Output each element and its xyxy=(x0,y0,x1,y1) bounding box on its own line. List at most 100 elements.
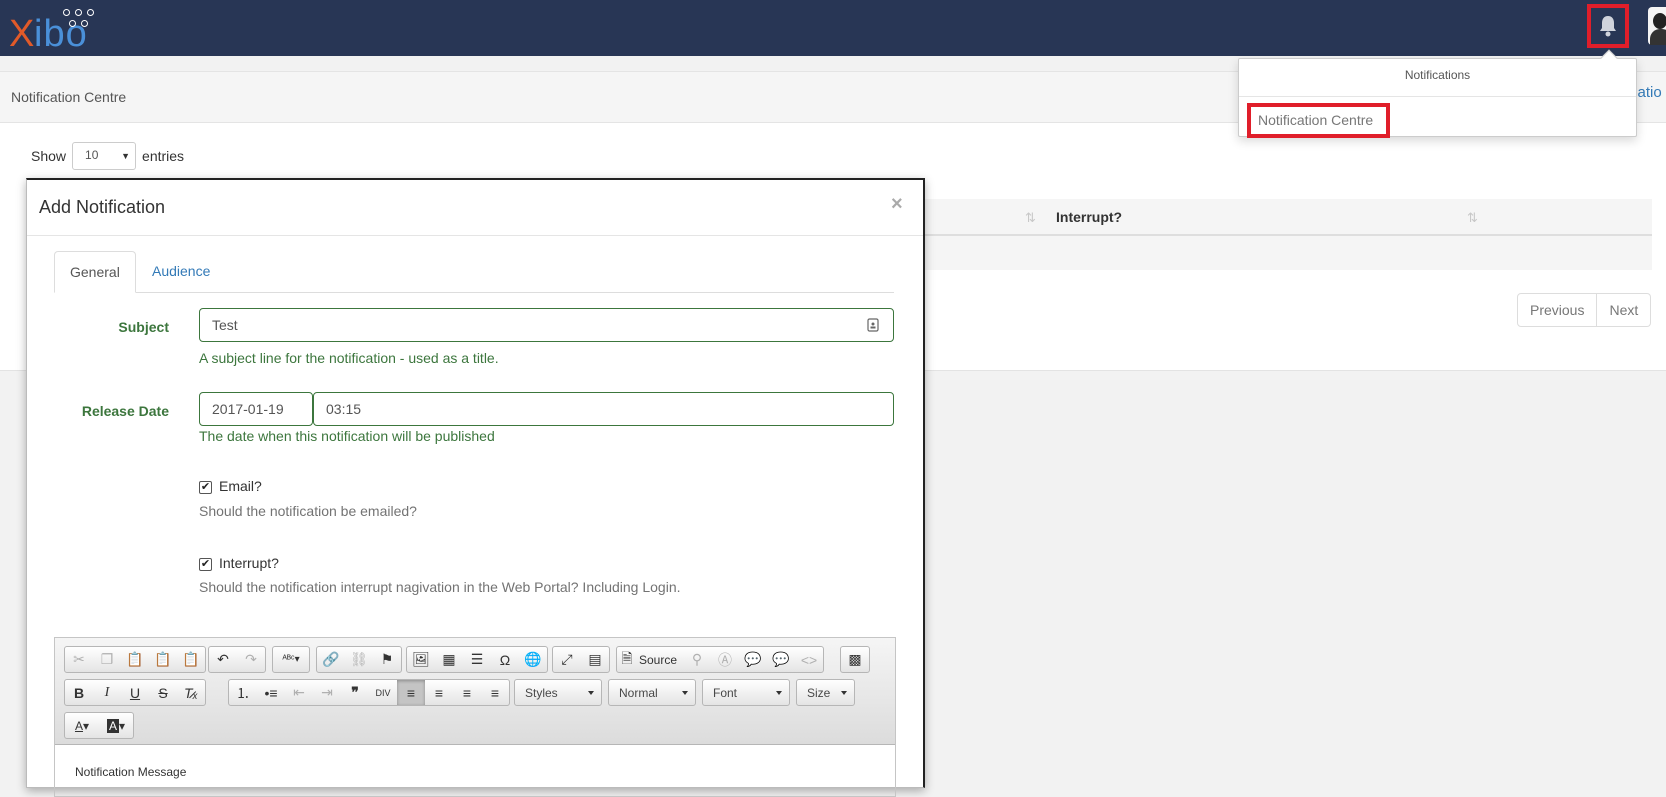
interrupt-checkbox-label[interactable]: Interrupt? xyxy=(219,555,279,571)
show-blocks-icon[interactable]: ▤ xyxy=(581,647,609,672)
code-icon[interactable]: <> xyxy=(795,647,823,672)
close-icon[interactable]: × xyxy=(891,193,903,216)
modal-tabs: General Audience xyxy=(54,251,894,293)
outdent-icon[interactable]: ⇤ xyxy=(285,680,313,705)
redo-icon[interactable]: ↷ xyxy=(237,647,265,672)
notification-centre-link[interactable]: Notification Centre xyxy=(1247,103,1390,138)
chevron-down-icon xyxy=(841,691,847,695)
entries-select[interactable]: 10 ▼ xyxy=(72,142,137,170)
font-dropdown-label: Font xyxy=(713,686,738,700)
numbered-list-icon[interactable]: ⒈ xyxy=(229,680,257,705)
logo-dot xyxy=(87,9,94,16)
previous-page-button[interactable]: Previous xyxy=(1517,293,1598,327)
release-date-input[interactable]: 2017-01-19 xyxy=(199,392,313,426)
logo-letters-ibo: ibo xyxy=(34,13,88,55)
logo-dot xyxy=(63,9,70,16)
email-checkbox[interactable]: ✔ xyxy=(199,481,212,494)
interrupt-checkbox[interactable]: ✔ xyxy=(199,558,212,571)
tab-audience[interactable]: Audience xyxy=(137,251,225,293)
blockquote-icon[interactable]: ❞ xyxy=(341,680,369,705)
select-all-icon[interactable]: Ⓐ xyxy=(711,647,739,672)
release-date-value: 2017-01-19 xyxy=(212,401,284,417)
maximize-icon[interactable]: ⤢ xyxy=(553,647,581,672)
release-time-input[interactable]: 03:15 xyxy=(313,392,894,426)
source-icon[interactable]: 🗎 xyxy=(617,647,637,672)
special-character-icon[interactable]: Ω xyxy=(491,647,519,672)
bold-icon[interactable]: B xyxy=(65,680,93,705)
text-color-icon[interactable]: A ▾ xyxy=(65,713,99,738)
justify-icon[interactable]: ≡ xyxy=(481,680,509,705)
paste-icon[interactable]: 📋 xyxy=(121,647,149,672)
background-color-icon[interactable]: A ▾ xyxy=(99,713,133,738)
clipboard-group: ✂ ❐ 📋 📋 📋 xyxy=(64,646,206,673)
qrcode-group: ▩ xyxy=(840,646,870,673)
entries-value: 10 xyxy=(85,148,99,162)
chevron-down-icon: ▼ xyxy=(121,151,131,161)
underline-icon[interactable]: U xyxy=(121,680,149,705)
remove-format-icon[interactable]: T̷ₓ xyxy=(177,680,205,705)
styles-dropdown-label: Styles xyxy=(525,686,558,700)
entries-label: entries xyxy=(142,148,185,164)
sort-icon[interactable]: ⇅ xyxy=(1467,210,1478,226)
email-help: Should the notification be emailed? xyxy=(199,503,417,519)
strikethrough-icon[interactable]: S xyxy=(149,680,177,705)
table-header: ⇅ Interrupt? ⇅ xyxy=(921,199,1652,236)
subject-value: Test xyxy=(212,317,238,333)
horizontal-rule-icon[interactable]: ☰ xyxy=(463,647,491,672)
size-dropdown[interactable]: Size xyxy=(796,679,855,706)
spellcheck-icon[interactable]: ᴬᴮᶜ▾ xyxy=(273,647,309,672)
editor-content[interactable]: Notification Message xyxy=(75,765,186,779)
source-button-label[interactable]: Source xyxy=(639,653,677,667)
pagination: Previous Next xyxy=(1517,293,1652,327)
cut-icon[interactable]: ✂ xyxy=(65,647,93,672)
show-entries-control: Show 10 ▼ entries xyxy=(31,142,184,170)
dropdown-title: Notifications xyxy=(1404,68,1471,82)
copy-icon[interactable]: ❐ xyxy=(93,647,121,672)
font-dropdown[interactable]: Font xyxy=(702,679,790,706)
color-group: A ▾ A ▾ xyxy=(64,712,134,739)
list-group: ⒈ •≡ ⇤ ⇥ ❞ DIV ≡ ≡ ≡ ≡ xyxy=(228,679,510,706)
styles-dropdown[interactable]: Styles xyxy=(514,679,602,706)
anchor-flag-icon[interactable]: ⚑ xyxy=(373,647,401,672)
subject-label: Subject xyxy=(118,319,169,335)
logo-dot xyxy=(69,20,76,27)
unlink-icon[interactable]: ⛓ xyxy=(345,647,373,672)
remove-comment-icon[interactable]: 💬 xyxy=(767,647,795,672)
link-icon[interactable]: 🔗 xyxy=(317,647,345,672)
qrcode-icon[interactable]: ▩ xyxy=(841,647,869,672)
format-dropdown[interactable]: Normal xyxy=(608,679,696,706)
iframe-globe-icon[interactable]: 🌐 xyxy=(519,647,547,672)
bulleted-list-icon[interactable]: •≡ xyxy=(257,680,285,705)
undo-icon[interactable]: ↶ xyxy=(209,647,237,672)
email-checkbox-label[interactable]: Email? xyxy=(219,478,262,494)
align-left-icon[interactable]: ≡ xyxy=(397,680,425,705)
align-right-icon[interactable]: ≡ xyxy=(453,680,481,705)
notifications-bell-button[interactable] xyxy=(1587,4,1629,48)
spellcheck-group: ᴬᴮᶜ▾ xyxy=(272,646,310,673)
chevron-down-icon xyxy=(776,691,782,695)
div-container-icon[interactable]: DIV xyxy=(369,680,397,705)
column-header-interrupt[interactable]: Interrupt? xyxy=(1056,209,1122,225)
find-icon[interactable]: ⚲ xyxy=(683,647,711,672)
paste-word-icon[interactable]: 📋 xyxy=(177,647,205,672)
indent-icon[interactable]: ⇥ xyxy=(313,680,341,705)
subject-input[interactable]: Test xyxy=(199,308,894,342)
tab-general[interactable]: General xyxy=(54,251,136,293)
align-center-icon[interactable]: ≡ xyxy=(425,680,453,705)
next-page-button[interactable]: Next xyxy=(1597,293,1652,327)
divider xyxy=(1239,96,1636,97)
bell-icon xyxy=(1600,16,1616,37)
modal-title: Add Notification xyxy=(39,197,166,217)
top-navbar: X ibo xyxy=(0,0,1666,56)
image-icon[interactable]: 🖼 xyxy=(407,647,435,672)
chevron-down-icon xyxy=(682,691,688,695)
paste-text-icon[interactable]: 📋 xyxy=(149,647,177,672)
italic-icon[interactable]: I xyxy=(93,680,121,705)
user-avatar[interactable] xyxy=(1648,7,1666,45)
table-icon[interactable]: ▦ xyxy=(435,647,463,672)
source-group: 🗎 Source ⚲ Ⓐ 💬 💬 <> xyxy=(616,646,825,673)
xibo-logo[interactable]: X ibo xyxy=(8,8,98,55)
comment-icon[interactable]: 💬 xyxy=(739,647,767,672)
sort-icon[interactable]: ⇅ xyxy=(1025,210,1036,226)
contact-card-icon xyxy=(867,318,879,332)
